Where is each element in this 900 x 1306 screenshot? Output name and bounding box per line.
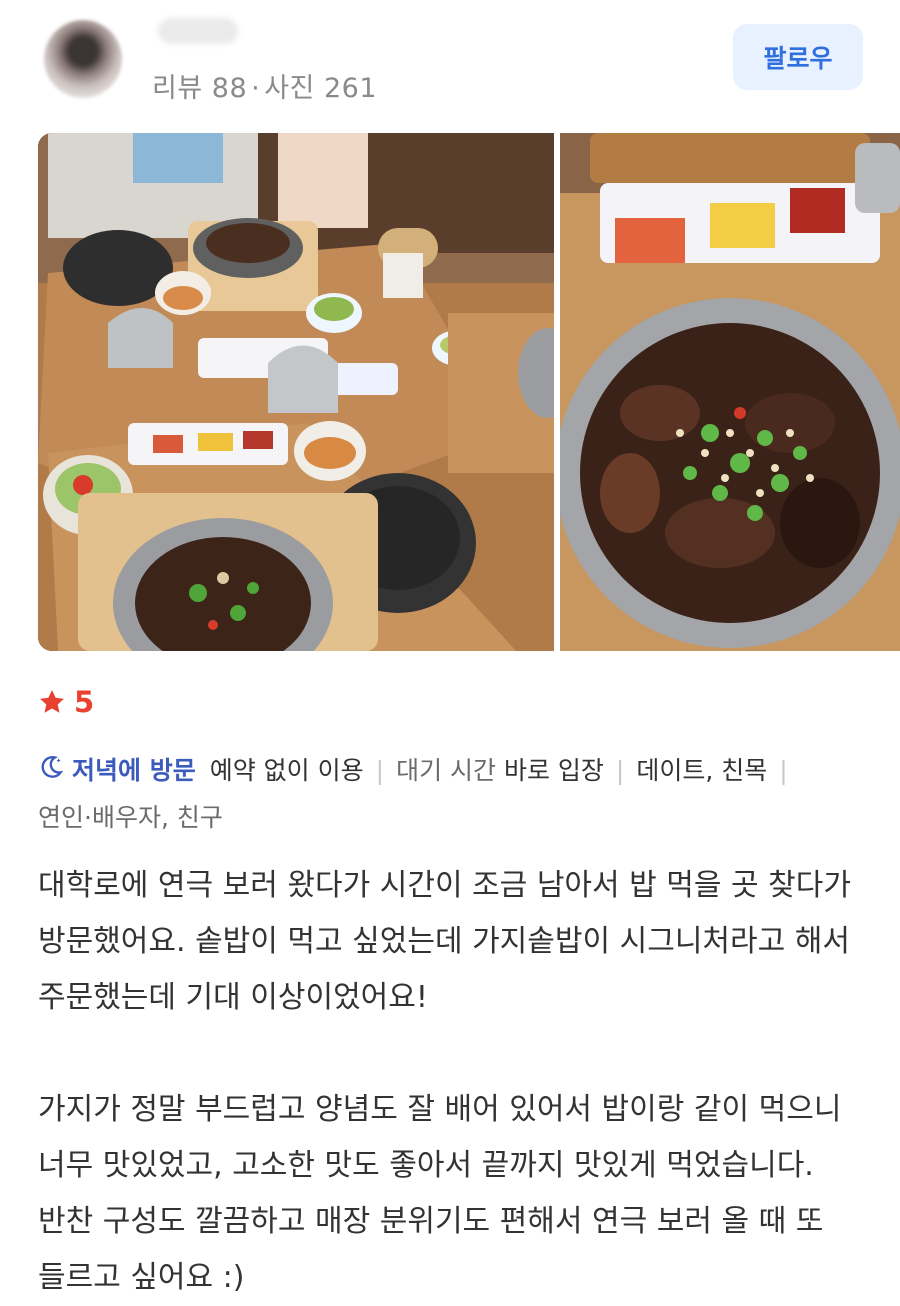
review-text: 대학로에 연극 보러 왔다가 시간이 조금 남아서 밥 먹을 곳 찾다가 방문했… <box>38 868 851 1295</box>
follow-button[interactable]: 팔로우 <box>733 24 863 90</box>
visit-companions: 연인·배우자, 친구 <box>38 803 223 832</box>
stats-separator: · <box>251 73 261 104</box>
divider: | <box>779 756 788 785</box>
divider: | <box>375 756 385 785</box>
star-icon <box>40 690 64 713</box>
rating-value: 5 <box>74 685 95 719</box>
review-count: 리뷰 88 <box>152 73 248 104</box>
reviewer-avatar[interactable] <box>44 20 122 98</box>
review-photo-2[interactable] <box>560 133 900 651</box>
reviewer-name-blurred[interactable] <box>158 18 238 44</box>
table-overview-image <box>38 133 554 651</box>
visit-time: 저녁에 방문 <box>72 756 196 785</box>
reviewer-header: 리뷰 88 · 사진 261 팔로우 <box>0 0 900 120</box>
photo-count: 사진 261 <box>264 73 378 104</box>
review-photo-1[interactable] <box>38 133 554 651</box>
wait-time-label: 대기 시간 <box>396 756 497 785</box>
rating: 5 <box>38 684 94 720</box>
eggplant-dish-closeup-image <box>560 133 900 651</box>
review-photos <box>38 133 900 651</box>
wait-time-value: 바로 입장 <box>503 756 604 785</box>
reviewer-stats: 리뷰 88 · 사진 261 <box>152 66 377 105</box>
moon-icon <box>38 749 64 795</box>
divider: | <box>615 756 625 785</box>
visit-info: 저녁에 방문 예약 없이 이용 | 대기 시간 바로 입장 | 데이트, 친목 | 연인·배우… <box>38 748 868 841</box>
visit-purpose: 데이트, 친목 <box>636 756 768 785</box>
reservation-info: 예약 없이 이용 <box>209 756 364 785</box>
